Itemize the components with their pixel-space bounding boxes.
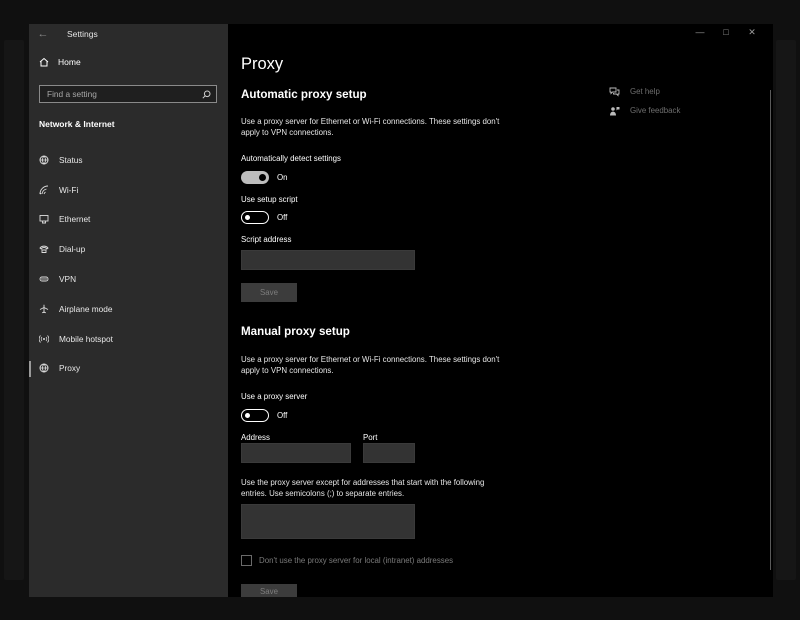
scrollbar[interactable] [770, 90, 771, 570]
page-title: Proxy [241, 55, 284, 73]
sidebar-item-ethernet[interactable]: Ethernet [29, 205, 228, 235]
main-content: Proxy Automatic proxy setup Use a proxy … [241, 24, 761, 597]
dialup-icon [39, 244, 49, 254]
search-icon[interactable] [202, 90, 211, 99]
local-bypass-row: Don't use the proxy server for local (in… [241, 555, 453, 566]
arrow-left-icon: ← [37, 28, 49, 40]
give-feedback-label: Give feedback [630, 106, 681, 115]
sidebar-item-label: Status [59, 154, 83, 165]
app-title: Settings [67, 29, 98, 39]
globe-icon [39, 363, 49, 373]
get-help-link[interactable]: Get help [609, 82, 680, 101]
setup-script-toggle[interactable] [241, 211, 269, 224]
use-proxy-state: Off [277, 411, 288, 420]
sidebar-item-proxy[interactable]: Proxy [29, 354, 228, 384]
chat-icon [609, 87, 620, 97]
wifi-icon [39, 185, 49, 195]
vpn-icon [39, 274, 49, 284]
exceptions-description: Use the proxy server except for addresse… [241, 478, 485, 498]
setup-script-state: Off [277, 213, 288, 222]
detect-settings-row: On [241, 171, 288, 184]
detect-settings-toggle[interactable] [241, 171, 269, 184]
proxy-address-input[interactable] [241, 443, 351, 463]
manual-save-button[interactable]: Save [241, 584, 297, 597]
auto-proxy-heading: Automatic proxy setup [241, 88, 367, 101]
sidebar: ← Settings Home Network & Internet Statu… [29, 24, 228, 597]
ethernet-icon [39, 214, 49, 224]
titlebar: ← Settings [29, 24, 228, 44]
script-address-label: Script address [241, 235, 292, 244]
home-link[interactable]: Home [39, 57, 81, 67]
use-proxy-toggle[interactable] [241, 409, 269, 422]
auto-proxy-description: Use a proxy server for Ethernet or Wi-Fi… [241, 117, 500, 137]
sidebar-item-wifi[interactable]: Wi-Fi [29, 175, 228, 205]
globe-icon [39, 155, 49, 165]
sidebar-item-hotspot[interactable]: Mobile hotspot [29, 324, 228, 354]
hotspot-icon [39, 334, 49, 344]
airplane-icon [39, 304, 49, 314]
search-box [39, 85, 217, 103]
detect-settings-label: Automatically detect settings [241, 154, 341, 163]
section-title: Network & Internet [39, 119, 115, 129]
home-label: Home [58, 57, 81, 67]
home-icon [39, 57, 49, 67]
proxy-port-input[interactable] [363, 443, 415, 463]
sidebar-item-label: Wi-Fi [59, 184, 79, 195]
use-proxy-label: Use a proxy server [241, 392, 308, 401]
back-button[interactable]: ← [29, 24, 57, 44]
sidebar-item-label: VPN [59, 274, 77, 285]
settings-window: ← Settings Home Network & Internet Statu… [29, 24, 773, 597]
manual-proxy-description: Use a proxy server for Ethernet or Wi-Fi… [241, 355, 500, 375]
get-help-label: Get help [630, 87, 660, 96]
address-label: Address [241, 433, 270, 442]
local-bypass-label: Don't use the proxy server for local (in… [259, 556, 454, 565]
sidebar-item-label: Mobile hotspot [59, 333, 113, 344]
backdrop-blur [4, 40, 24, 580]
search-input[interactable] [47, 89, 197, 99]
script-address-input[interactable] [241, 250, 415, 270]
local-bypass-checkbox[interactable] [241, 555, 252, 566]
detect-settings-state: On [277, 173, 288, 182]
port-label: Port [363, 433, 378, 442]
exceptions-textarea[interactable] [241, 504, 415, 539]
help-links: Get help Give feedback [609, 82, 680, 120]
sidebar-item-label: Dial-up [59, 244, 86, 255]
feedback-person-icon [609, 106, 620, 116]
sidebar-item-label: Ethernet [59, 214, 91, 225]
setup-script-row: Off [241, 211, 287, 224]
manual-proxy-heading: Manual proxy setup [241, 325, 350, 338]
sidebar-item-dialup[interactable]: Dial-up [29, 234, 228, 264]
auto-save-button[interactable]: Save [241, 283, 297, 302]
sidebar-item-airplane[interactable]: Airplane mode [29, 294, 228, 324]
sidebar-item-label: Airplane mode [59, 303, 113, 314]
sidebar-item-label: Proxy [59, 363, 81, 374]
sidebar-item-status[interactable]: Status [29, 145, 228, 175]
give-feedback-link[interactable]: Give feedback [609, 101, 680, 120]
use-proxy-row: Off [241, 409, 287, 422]
setup-script-label: Use setup script [241, 195, 298, 204]
sidebar-nav: Status Wi-Fi Ethernet Dial-up VPN Airpla… [29, 145, 228, 383]
sidebar-item-vpn[interactable]: VPN [29, 264, 228, 294]
backdrop-blur [776, 40, 796, 580]
